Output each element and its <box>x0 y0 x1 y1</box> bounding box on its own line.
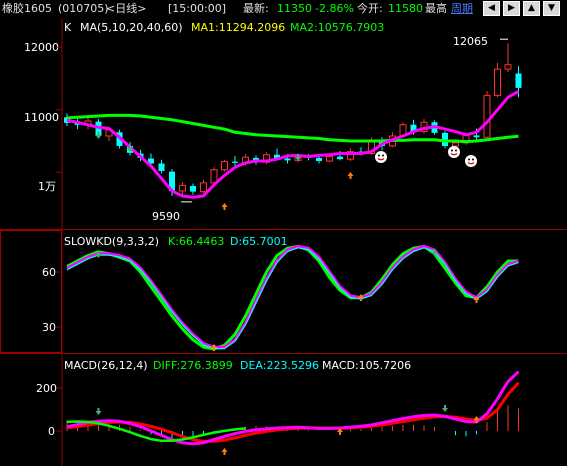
smiley-marker-icon <box>375 151 387 163</box>
candle-body-down <box>316 157 322 161</box>
cycle-link[interactable]: 周期 <box>451 2 473 15</box>
candle-body-down <box>158 163 165 171</box>
open-value: 11580 <box>388 2 423 15</box>
period-label[interactable]: <日线> <box>106 2 146 15</box>
smiley-eye <box>468 158 470 161</box>
latest-label: 最新: <box>243 2 269 15</box>
symbol-name: 橡胶1605 <box>2 2 52 15</box>
candle-body-down <box>284 158 291 161</box>
ma2-line <box>66 113 519 144</box>
sell-arrow-icon <box>95 408 102 415</box>
quote-time: [15:00:00] <box>168 2 226 15</box>
slowkd-panel <box>66 244 519 351</box>
macd-dea-line <box>66 381 520 443</box>
smiley-face <box>448 146 460 158</box>
smiley-eye <box>455 149 457 152</box>
candle-body-up <box>200 182 207 193</box>
arrow-left-icon[interactable]: ◀ <box>483 1 500 16</box>
quote-header-bar: 橡胶1605 (010705) <日线> [15:00:00] 最新: 1135… <box>0 0 567 17</box>
candle-body-up <box>221 161 228 171</box>
candle-body-down <box>515 73 522 88</box>
ma1-line <box>66 90 520 199</box>
buy-arrow-icon <box>221 203 228 210</box>
candle-body-up <box>504 64 512 70</box>
smiley-eye <box>378 154 380 157</box>
candle-body-down <box>232 161 238 163</box>
kd-d-line <box>66 244 519 349</box>
candle-body-down <box>473 135 480 138</box>
candle-body-up <box>452 142 459 147</box>
high-label: 最高 <box>425 2 447 15</box>
candle-body-up <box>210 169 218 184</box>
chart-grid <box>0 18 567 466</box>
buy-arrow-icon <box>221 448 228 455</box>
sell-arrow-icon <box>442 405 448 412</box>
candle-body-down <box>337 156 343 160</box>
smiley-marker-icon <box>465 155 477 167</box>
arrow-right-icon[interactable]: ▶ <box>503 1 520 16</box>
smiley-face <box>375 151 387 163</box>
smiley-eye <box>382 154 384 157</box>
candlestick-panel <box>64 38 522 210</box>
symbol-code: (010705) <box>58 2 109 15</box>
change-percent: -2.86% <box>315 2 354 15</box>
chart-area[interactable] <box>0 17 567 466</box>
smiley-face <box>465 155 477 167</box>
smiley-eye <box>472 158 474 161</box>
candle-body-down <box>190 186 196 192</box>
candle-body-up <box>326 156 333 162</box>
macd-panel <box>66 370 520 455</box>
candle-body-up <box>494 68 501 96</box>
candle-body-up <box>483 94 491 138</box>
smiley-eye <box>451 149 453 152</box>
smiley-marker-icon <box>448 146 460 158</box>
candle-body-up <box>179 184 186 192</box>
arrow-down-icon[interactable]: ▼ <box>543 1 560 16</box>
kd-axis-box <box>0 230 62 353</box>
open-label: 今开: <box>357 2 383 15</box>
buy-arrow-icon <box>347 172 354 179</box>
arrow-up-icon[interactable]: ▲ <box>523 1 540 16</box>
latest-value: 11350 <box>277 2 312 15</box>
